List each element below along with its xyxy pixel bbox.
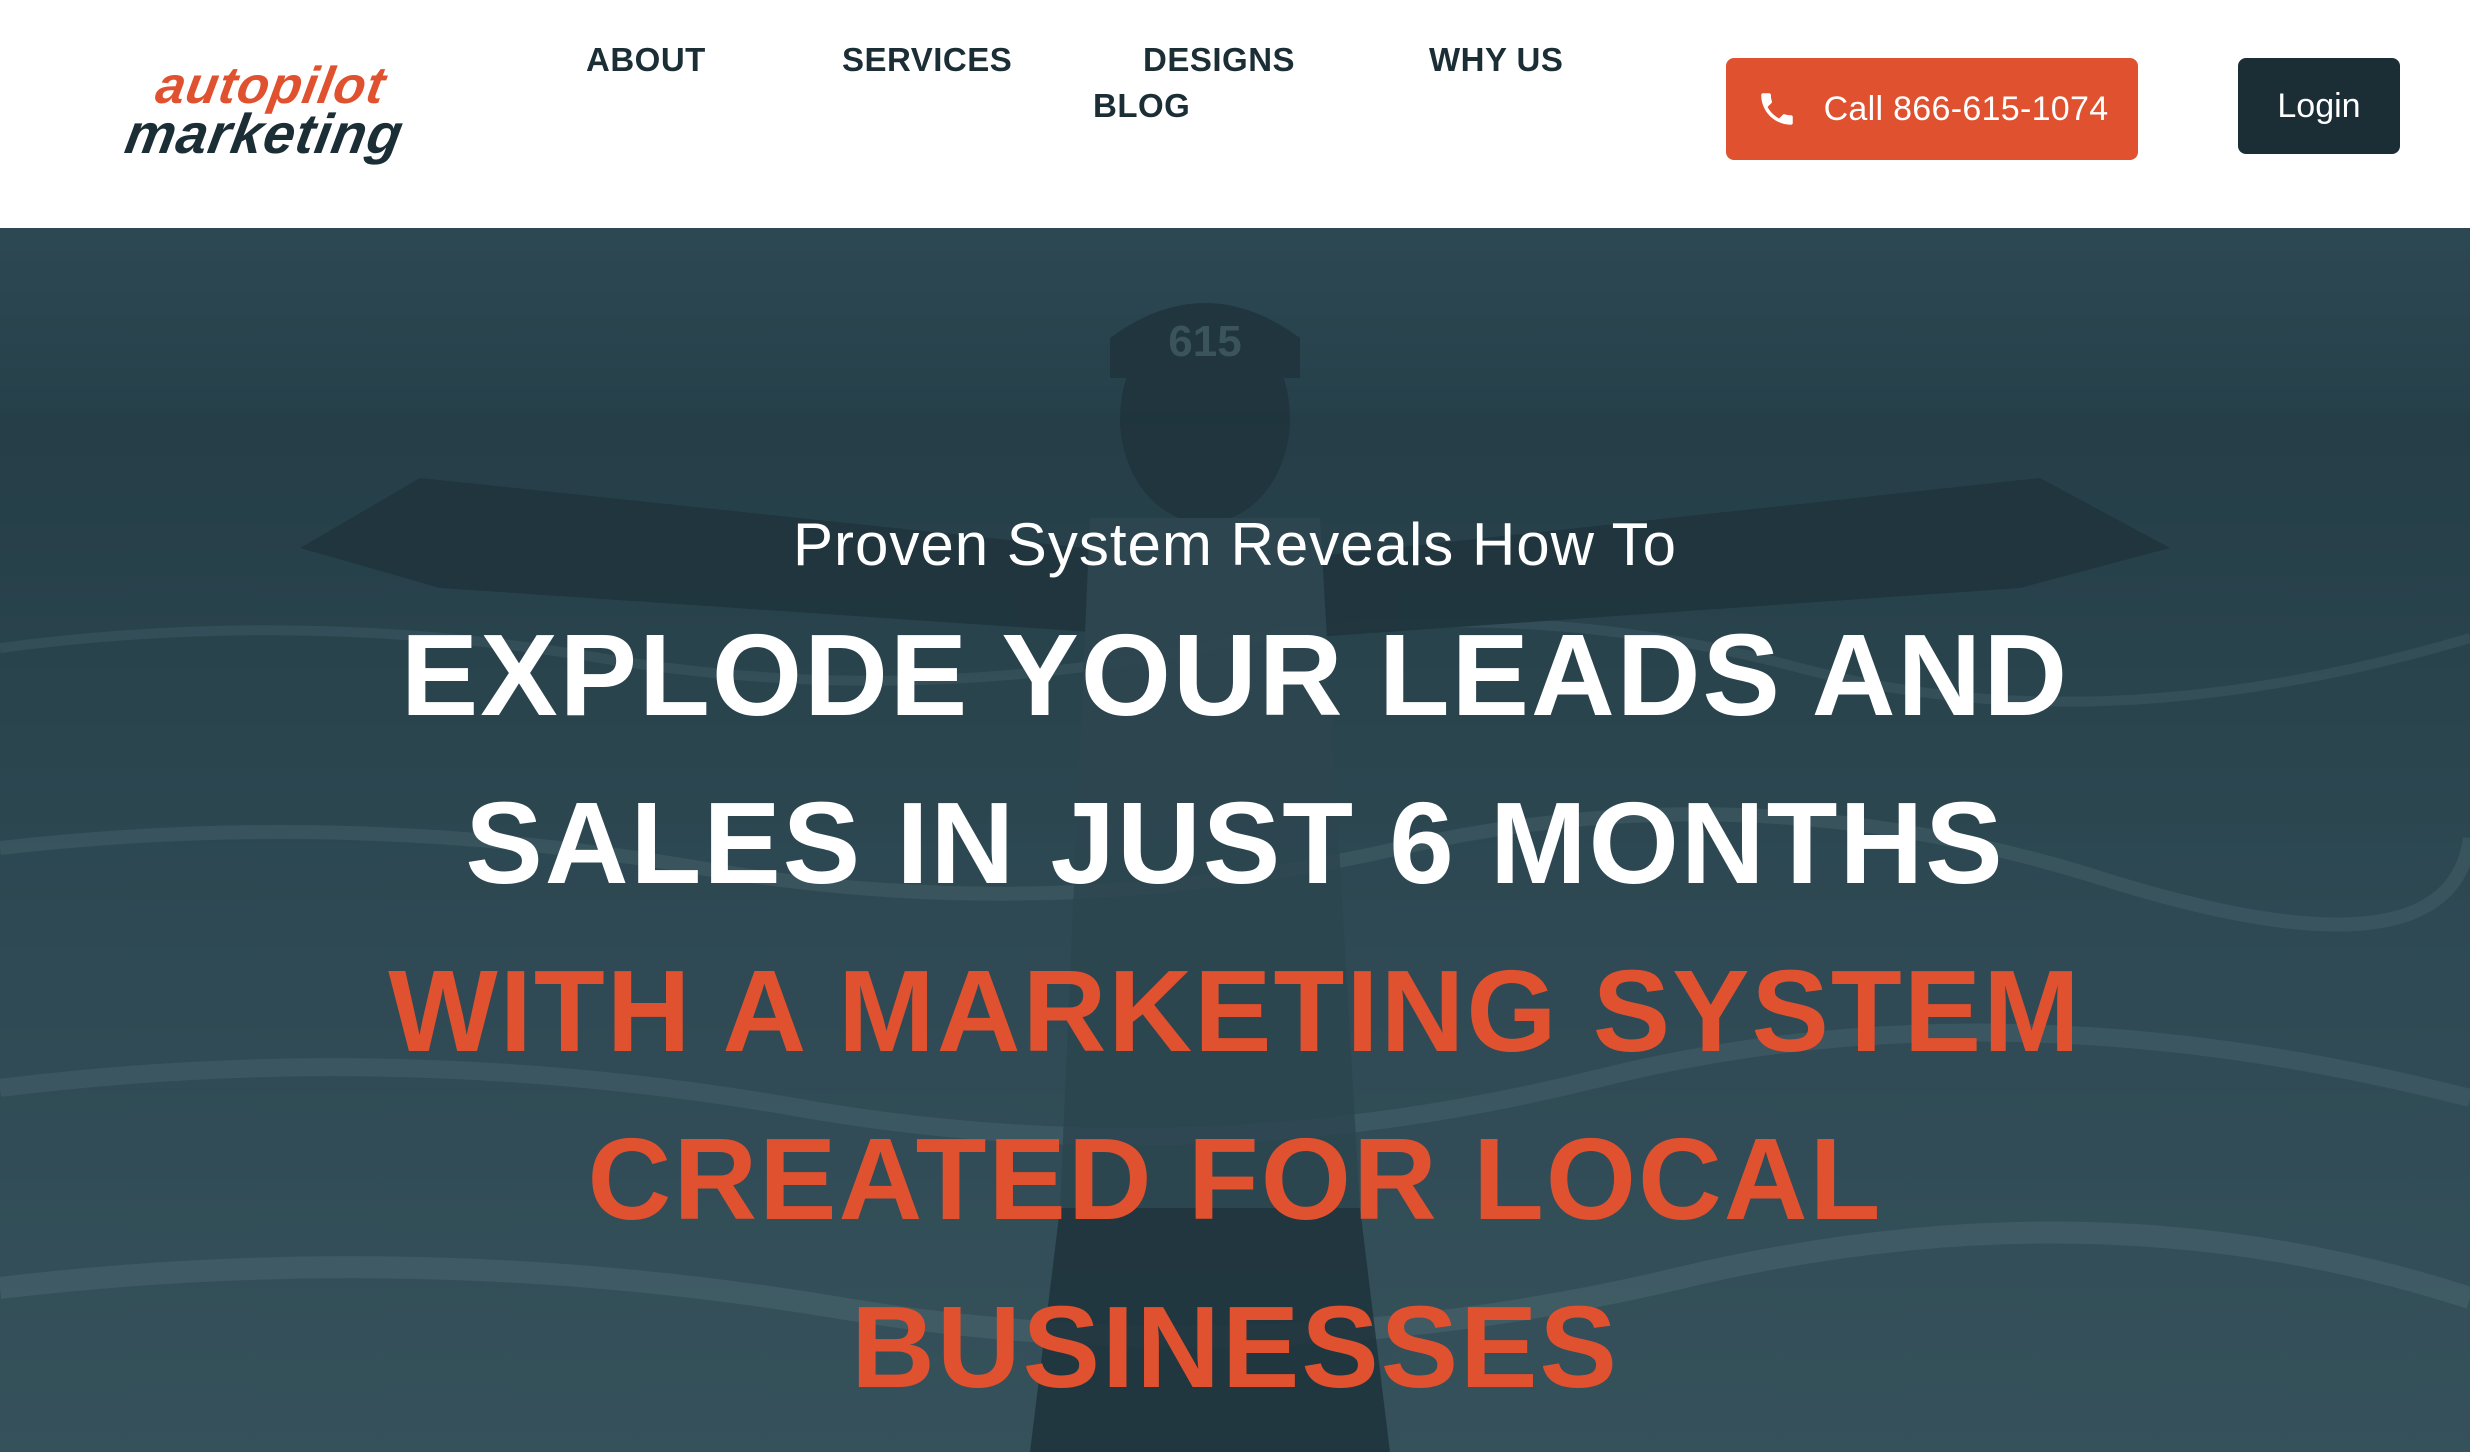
call-button[interactable]: Call 866-615-1074: [1726, 58, 2138, 160]
hero-headline-line-1: EXPLODE YOUR LEADS AND: [400, 610, 2070, 740]
hero-section: 615 Proven System Reveals How To EXPLODE…: [0, 228, 2470, 1452]
hero-kicker: Proven System Reveals How To: [793, 511, 1677, 578]
hero-headline-line-2: SALES IN JUST 6 MONTHS: [465, 778, 2005, 908]
nav-item-designs[interactable]: DESIGNS: [1143, 40, 1295, 80]
phone-icon: [1756, 88, 1798, 130]
nav-item-services[interactable]: SERVICES: [842, 40, 1012, 80]
nav-item-about[interactable]: ABOUT: [586, 40, 706, 80]
hero-highlight-line-3: BUSINESSES: [851, 1282, 1619, 1412]
call-button-label: Call 866-615-1074: [1823, 89, 2109, 128]
site-header: autopilot marketing ABOUT SERVICES DESIG…: [0, 0, 2470, 228]
hero-highlight-line-1: WITH A MARKETING SYSTEM: [388, 946, 2082, 1076]
hero-highlight-line-2: CREATED FOR LOCAL: [587, 1114, 1883, 1244]
logo-bottom-text: marketing: [120, 102, 409, 165]
nav-item-blog[interactable]: BLOG: [1093, 86, 1190, 126]
nav-item-why-us[interactable]: WHY US: [1429, 40, 1563, 80]
site-logo[interactable]: autopilot marketing: [120, 57, 479, 168]
login-button[interactable]: Login: [2238, 58, 2400, 154]
